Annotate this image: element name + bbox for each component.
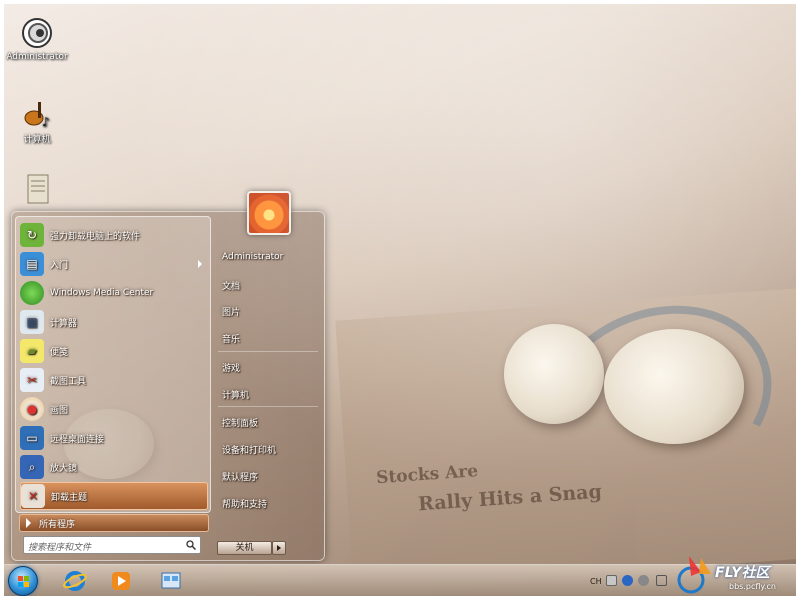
right-item-help-support[interactable]: 帮助和支持 [222,497,267,510]
right-item-default-programs[interactable]: 默认程序 [222,470,258,483]
program-label: 计算器 [50,318,78,329]
desktop-icon-computer[interactable]: ♪ 计算机 [4,96,72,145]
taskbar-ie-button[interactable] [56,567,94,595]
settings-icon[interactable] [638,575,649,586]
program-item-remote-desktop[interactable]: ▭ 远程桌面连接 [20,424,208,452]
media-player-icon [112,572,130,590]
sticky-notes-icon: ▰ [20,339,44,363]
search-placeholder: 搜索程序和文件 [28,543,92,553]
shutdown-button[interactable]: 关机 [217,541,272,555]
taskbar-explorer-button[interactable] [152,567,190,595]
program-item-magnifier[interactable]: ⌕ 放大镜 [20,453,208,481]
desktop-icon-administrator[interactable]: Administrator [4,16,72,62]
right-item-computer[interactable]: 计算机 [222,388,249,401]
all-programs-button[interactable]: 所有程序 [19,514,209,532]
program-item-uninstall-theme[interactable]: ✕ 卸载主题 [20,482,208,510]
snipping-tool-icon: ✂ [20,368,44,392]
newspaper-headline-2: Rally Hits a Snag [417,480,603,516]
program-label: 截图工具 [50,376,87,387]
right-item-pictures[interactable]: 图片 [222,305,240,318]
chevron-right-icon [26,518,31,528]
program-item-calculator[interactable]: ▦ 计算器 [20,308,208,336]
right-item-administrator[interactable]: Administrator [222,252,283,262]
media-center-icon [20,281,44,305]
calculator-icon: ▦ [20,310,44,334]
right-item-control-panel[interactable]: 控制面板 [222,416,258,429]
headphone-right-cup [604,329,744,444]
user-avatar[interactable] [247,191,291,235]
program-label: 强力卸载电脑上的软件 [50,231,141,242]
program-label: 远程桌面连接 [50,434,105,445]
program-label: 放大镜 [50,463,78,474]
paint-icon: ● [20,397,44,421]
shutdown-options-button[interactable] [272,541,286,555]
watermark-logo: FLY社区 bbs.pcfly.cn [671,552,796,596]
program-item-uninstaller[interactable]: ↻ 强力卸载电脑上的软件 [20,221,208,249]
svg-text:♪: ♪ [42,115,50,129]
program-label: 便笺 [50,347,69,358]
document-icon [20,172,54,206]
divider [218,351,318,352]
flag-icon[interactable] [656,575,667,586]
internet-explorer-icon [63,571,87,591]
getting-started-icon: ▤ [20,252,44,276]
user-folder-icon [20,16,54,50]
desktop: Stocks Are Rally Hits a Snag Administrat… [4,4,796,596]
program-item-media-center[interactable]: Windows Media Center [20,279,208,307]
explorer-icon [161,572,181,589]
program-item-sticky-notes[interactable]: ▰ 便笺 [20,337,208,365]
program-item-getting-started[interactable]: ▤ 入门 [20,250,208,278]
program-label: 入门 [50,260,69,271]
uninstall-icon: ↻ [20,223,44,247]
program-label: 卸载主题 [51,492,88,503]
search-icon [186,540,196,550]
search-input[interactable]: 搜索程序和文件 [23,536,201,554]
program-label: Windows Media Center [50,288,154,298]
right-item-devices-printers[interactable]: 设备和打印机 [222,443,276,456]
start-menu-programs-pane: ↻ 强力卸载电脑上的软件 ▤ 入门 Windows Media Center ▦… [15,216,211,513]
keyboard-icon[interactable] [606,575,617,586]
divider [218,406,318,407]
program-item-paint[interactable]: ● 画图 [20,395,208,423]
right-item-games[interactable]: 游戏 [222,361,240,374]
start-button[interactable] [8,566,38,596]
newspaper-headline-1: Stocks Are [375,461,479,489]
desktop-icon-label: 计算机 [23,135,51,145]
start-menu: ↻ 强力卸载电脑上的软件 ▤ 入门 Windows Media Center ▦… [11,211,325,561]
watermark-brand: FLY社区 [715,565,770,581]
right-item-music[interactable]: 音乐 [222,332,240,345]
remote-desktop-icon: ▭ [20,426,44,450]
help-icon[interactable] [622,575,633,586]
uninstall-theme-icon: ✕ [21,484,45,508]
program-item-snipping-tool[interactable]: ✂ 截图工具 [20,366,208,394]
watermark-url: bbs.pcfly.cn [729,582,776,591]
desktop-icon-document[interactable] [4,172,72,208]
desktop-icon-label: Administrator [6,52,68,62]
program-label: 画图 [50,405,69,416]
language-indicator[interactable]: CH [590,577,602,586]
taskbar-media-player-button[interactable] [102,567,140,595]
submenu-arrow-icon [198,260,202,268]
windows-logo-icon [18,576,29,587]
all-programs-label: 所有程序 [39,519,76,530]
magnifier-icon: ⌕ [20,455,44,479]
computer-icon: ♪ [20,96,54,130]
headphone-left-cup [504,324,604,424]
right-item-documents[interactable]: 文档 [222,279,240,292]
